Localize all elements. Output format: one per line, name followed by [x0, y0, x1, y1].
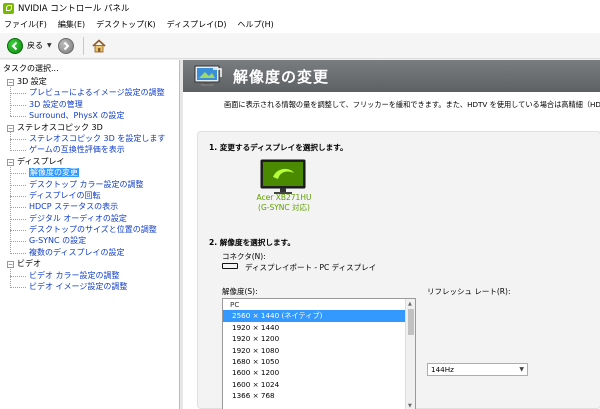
resolution-option[interactable]: 1600 × 1200 [223, 367, 415, 378]
menu-desktop[interactable]: デスクトップ(K) [96, 19, 156, 30]
toolbar-separator [82, 36, 84, 55]
step2-heading: 2. 解像度を選択します。 [209, 238, 295, 247]
display-model: Acer XB271HU [256, 193, 312, 202]
display-gsync-tag: (G-SYNC 対応) [258, 203, 310, 212]
menu-help[interactable]: ヘルプ(H) [237, 19, 273, 30]
tree-item-change-resolution[interactable]: 解像度の変更 [0, 167, 179, 178]
task-pane: タスクの選択... −3D 設定 プレビューによるイメージ設定の調整 3D 設定… [0, 60, 180, 409]
tree-item-video-image[interactable]: ビデオ イメージ設定の調整 [0, 281, 179, 292]
tree-item-preview-image[interactable]: プレビューによるイメージ設定の調整 [0, 87, 179, 98]
refresh-rate-label: リフレッシュ レート(R): [427, 287, 511, 296]
tree-item-desktop-color[interactable]: デスクトップ カラー設定の調整 [0, 179, 179, 190]
resolution-option[interactable]: 1920 × 1080 [223, 345, 415, 356]
home-button[interactable] [91, 38, 107, 54]
menu-display[interactable]: ディスプレイ(D) [167, 19, 227, 30]
title-bar: NVIDIA コントロール パネル [0, 0, 600, 16]
step1-heading: 1. 変更するディスプレイを選択します。 [209, 143, 348, 152]
nvidia-logo-icon [3, 2, 14, 14]
content-pane: 解像度の変更 画面に表示される情報の量を調整して、フリッカーを緩和できます。また… [183, 60, 600, 409]
task-pane-header: タスクの選択... [3, 64, 59, 73]
resolution-label: 解像度(S): [222, 287, 258, 296]
resolution-option[interactable]: 1680 × 1050 [223, 356, 415, 367]
tree-category-stereoscopic-3d[interactable]: − ステレオスコピック 3D [0, 122, 179, 133]
resolution-list[interactable]: PC 2560 × 1440 (ネイティブ) 1920 × 1440 1920 … [222, 298, 416, 409]
tree-item-rotate-display[interactable]: ディスプレイの回転 [0, 190, 179, 201]
tree-item-digital-audio[interactable]: デジタル オーディオの設定 [0, 213, 179, 224]
resolution-option[interactable]: 1920 × 1440 [223, 322, 415, 333]
tree-item-gsync[interactable]: G-SYNC の設定 [0, 235, 179, 246]
settings-panel: 1. 変更するディスプレイを選択します。 Acer XB271HU (G-SYN… [197, 131, 600, 409]
chevron-down-icon: ▼ [519, 366, 524, 373]
page-title: 解像度の変更 [233, 67, 330, 86]
collapse-icon[interactable]: − [7, 124, 14, 132]
tree-item-multiple-displays[interactable]: 複数のディスプレイの設定 [0, 247, 179, 258]
back-label[interactable]: 戻る [27, 40, 43, 51]
page-description: 画面に表示される情報の量を調整して、フリッカーを緩和できます。また、HDTV を… [224, 100, 600, 109]
arrow-left-icon [11, 41, 18, 50]
tree-category-display[interactable]: − ディスプレイ [0, 156, 179, 167]
tree-item-game-compatibility[interactable]: ゲームの互換性評価を表示 [0, 144, 179, 155]
window-title: NVIDIA コントロール パネル [18, 4, 130, 14]
resolution-list-scrollbar[interactable]: ▲ ▼ [405, 299, 415, 409]
tree-item-desktop-size-position[interactable]: デスクトップのサイズと位置の調整 [0, 224, 179, 235]
home-icon [92, 38, 106, 52]
task-tree: −3D 設定 プレビューによるイメージ設定の調整 3D 設定の管理 Surrou… [0, 76, 179, 292]
display-name: Acer XB271HU (G-SYNC 対応) [244, 193, 324, 213]
tree-category-3d-settings[interactable]: −3D 設定 [0, 76, 179, 87]
collapse-icon[interactable]: − [7, 79, 14, 86]
resolution-option[interactable]: 1600 × 1024 [223, 379, 415, 390]
tree-item-video-color[interactable]: ビデオ カラー設定の調整 [0, 270, 179, 281]
tree-category-video[interactable]: − ビデオ [0, 258, 179, 269]
back-button[interactable] [7, 37, 23, 54]
scroll-down-icon[interactable]: ▼ [408, 403, 412, 409]
connector-label: コネクタ(N): [222, 252, 266, 261]
resolution-option[interactable]: 1920 × 1200 [223, 333, 415, 344]
refresh-rate-value: 144Hz [431, 365, 454, 374]
scroll-up-icon[interactable]: ▲ [408, 301, 412, 307]
toolbar: 戻る ▼ [0, 33, 600, 59]
forward-button[interactable] [57, 37, 74, 54]
tree-item-setup-stereo-3d[interactable]: ステレオスコピック 3D を設定します [0, 133, 179, 144]
menu-file[interactable]: ファイル(F) [4, 19, 47, 30]
menu-bar: ファイル(F) 編集(E) デスクトップ(K) ディスプレイ(D) ヘルプ(H) [0, 16, 600, 33]
display-resolution-icon [193, 65, 223, 87]
collapse-icon[interactable]: − [7, 261, 14, 269]
back-dropdown-icon[interactable]: ▼ [47, 42, 52, 49]
arrow-right-icon [63, 41, 70, 50]
resolution-option[interactable]: 1366 × 768 [223, 390, 415, 401]
page-banner: 解像度の変更 [183, 60, 600, 92]
tree-item-surround-physx[interactable]: Surround、PhysX の設定 [0, 110, 179, 121]
collapse-icon[interactable]: − [7, 158, 14, 166]
displayport-icon [222, 263, 238, 269]
connector-value: ディスプレイポート - PC ディスプレイ [245, 263, 377, 272]
tree-item-manage-3d[interactable]: 3D 設定の管理 [0, 99, 179, 110]
resolution-option-selected[interactable]: 2560 × 1440 (ネイティブ) [223, 310, 405, 322]
menu-edit[interactable]: 編集(E) [58, 19, 85, 30]
refresh-rate-select[interactable]: 144Hz ▼ [427, 363, 528, 376]
scrollbar-thumb[interactable] [408, 309, 414, 335]
display-select-button[interactable] [260, 159, 306, 195]
tree-item-hdcp-status[interactable]: HDCP ステータスの表示 [0, 201, 179, 212]
monitor-icon [260, 159, 306, 194]
resolution-group-header: PC [230, 300, 240, 309]
